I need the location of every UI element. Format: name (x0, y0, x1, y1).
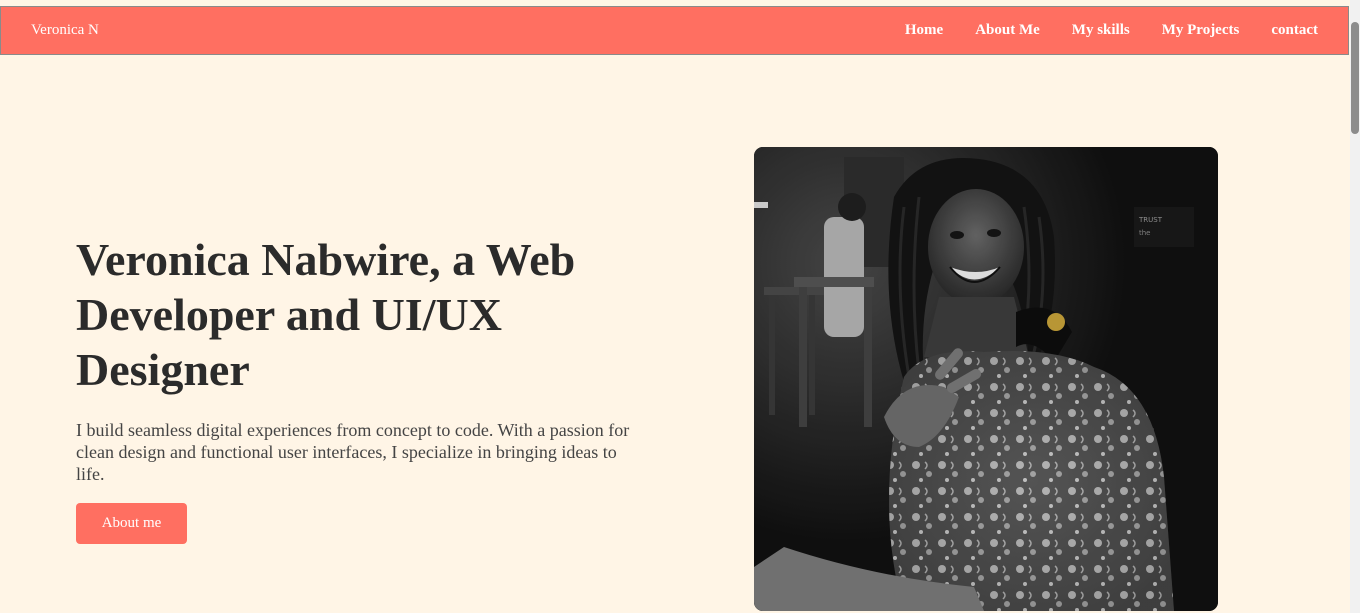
nav-link-home[interactable]: Home (905, 22, 943, 39)
profile-photo: TRUST the (754, 147, 1218, 611)
about-me-button[interactable]: About me (76, 503, 187, 544)
nav-link-contact[interactable]: contact (1271, 22, 1318, 39)
hero-section: Veronica Nabwire, a Web Developer and UI… (76, 232, 656, 544)
nav-link-my-skills[interactable]: My skills (1072, 22, 1130, 39)
hero-title: Veronica Nabwire, a Web Developer and UI… (76, 234, 576, 395)
nav-link-my-projects[interactable]: My Projects (1162, 22, 1240, 39)
profile-photo-illustration: TRUST the (754, 147, 1218, 611)
scrollbar-thumb[interactable] (1351, 22, 1359, 134)
hero-description: I build seamless digital experiences fro… (76, 420, 630, 484)
page-scrollbar[interactable] (1350, 0, 1360, 613)
brand-name[interactable]: Veronica N (31, 22, 99, 39)
navbar: Veronica N Home About Me My skills My Pr… (0, 6, 1349, 55)
nav-links: Home About Me My skills My Projects cont… (905, 22, 1318, 39)
nav-link-about-me[interactable]: About Me (975, 22, 1040, 39)
